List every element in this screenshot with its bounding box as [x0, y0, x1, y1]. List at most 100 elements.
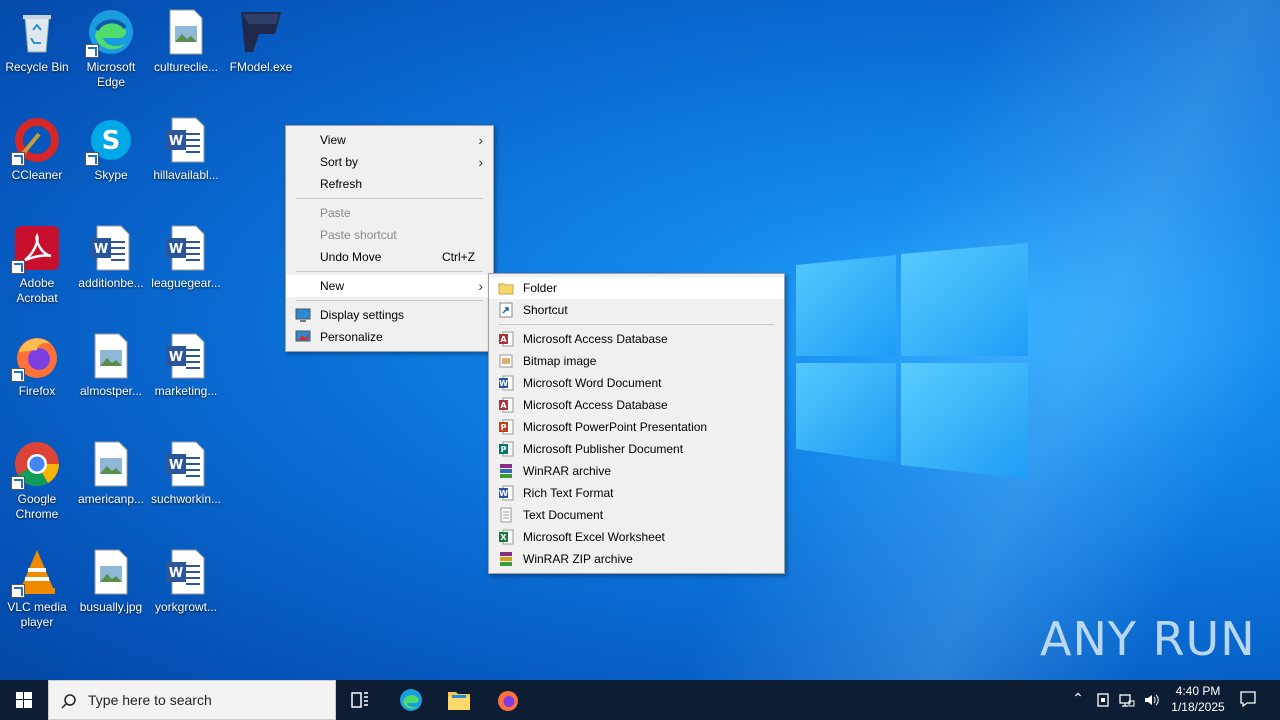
menu-item-view[interactable]: View › [286, 129, 493, 151]
submenu-item-microsoft-excel-worksheet[interactable]: X Microsoft Excel Worksheet [489, 526, 784, 548]
desktop-icon-busually[interactable]: busually.jpg [75, 548, 147, 615]
text-icon [498, 507, 514, 523]
desktop-icon-almostper[interactable]: almostper... [75, 332, 147, 399]
menu-item-label: Sort by [320, 155, 359, 169]
submenu-item-shortcut[interactable]: Shortcut [489, 299, 784, 321]
menu-item-personalize[interactable]: Personalize [286, 326, 493, 348]
network-icon[interactable] [1117, 690, 1137, 710]
taskbar-firefox-button[interactable] [487, 680, 529, 720]
menu-item-refresh[interactable]: Refresh [286, 173, 493, 195]
submenu-item-microsoft-access-database[interactable]: A Microsoft Access Database [489, 328, 784, 350]
show-hidden-icons-button[interactable]: ⌃ [1068, 690, 1088, 710]
menu-item-label: Undo Move [320, 250, 382, 264]
menu-separator [296, 271, 483, 272]
desktop-icon-leaguegear[interactable]: W leaguegear... [150, 224, 222, 291]
svg-text:W: W [169, 458, 183, 473]
taskbar-search-box[interactable]: Type here to search [48, 680, 336, 720]
shortcut-arrow-icon [85, 152, 99, 166]
svg-text:W: W [169, 134, 183, 149]
menu-item-label: Microsoft Excel Worksheet [523, 530, 665, 544]
desktop-context-menu: View › Sort by › Refresh Paste Paste short… [285, 125, 494, 352]
desktop-icon-firefox[interactable]: Firefox [1, 332, 73, 399]
icon-label: cultureclie... [153, 60, 219, 74]
winrar-icon [498, 463, 514, 479]
access-icon: A [498, 331, 514, 347]
volume-icon[interactable] [1141, 690, 1161, 710]
icon-label: yorkgrowt... [154, 600, 217, 614]
desktop-icon-hillavailabl[interactable]: W hillavailabl... [150, 116, 222, 183]
start-button[interactable] [0, 680, 48, 720]
clock[interactable]: 4:40 PM 1/18/2025 [1166, 683, 1230, 719]
ccleaner-icon [11, 116, 61, 166]
menu-item-label: Bitmap image [523, 354, 597, 368]
desktop-icon-vlc[interactable]: VLC media player [1, 548, 73, 630]
submenu-item-microsoft-publisher-document[interactable]: P Microsoft Publisher Document [489, 438, 784, 460]
display-icon [295, 307, 311, 323]
menu-item-label: Folder [523, 281, 558, 295]
desktop-icon-google-chrome[interactable]: Google Chrome [1, 440, 73, 522]
submenu-item-winrar-zip-archive[interactable]: WinRAR ZIP archive [489, 548, 784, 570]
desktop-icon-microsoft-edge[interactable]: Microsoft Edge [75, 8, 147, 90]
word-document-icon: W [162, 548, 210, 596]
menu-item-label: Personalize [320, 330, 383, 344]
submenu-item-bitmap-image[interactable]: Bitmap image [489, 350, 784, 372]
icon-label: Google Chrome [15, 492, 59, 521]
device-icon[interactable] [1093, 690, 1113, 710]
submenu-item-folder[interactable]: Folder [489, 277, 784, 299]
desktop-icon-fmodel[interactable]: FModel.exe [225, 8, 297, 75]
icon-label: suchworkin... [150, 492, 222, 506]
task-view-button[interactable] [340, 680, 380, 720]
desktop-icon-americanp[interactable]: americanp... [75, 440, 147, 507]
menu-separator [296, 300, 483, 301]
word-icon: W [498, 375, 514, 391]
icon-label: almostper... [79, 384, 143, 398]
menu-item-new[interactable]: New › [286, 275, 493, 297]
skype-icon: S [85, 116, 135, 166]
icon-label: americanp... [77, 492, 145, 506]
svg-text:A: A [500, 335, 507, 344]
desktop-icon-recycle-bin[interactable]: Recycle Bin [1, 8, 73, 75]
desktop-icon-yorkgrowt[interactable]: W yorkgrowt... [150, 548, 222, 615]
menu-item-label: Microsoft PowerPoint Presentation [523, 420, 708, 434]
submenu-item-winrar-archive[interactable]: WinRAR archive [489, 460, 784, 482]
shortcut-icon [498, 302, 514, 318]
firefox-icon [11, 332, 61, 382]
menu-item-label: Microsoft Publisher Document [523, 442, 684, 456]
submenu-item-microsoft-powerpoint-presentation[interactable]: P Microsoft PowerPoint Presentation [489, 416, 784, 438]
word-document-icon: W [87, 224, 135, 272]
keyboard-shortcut: Ctrl+Z [442, 250, 475, 264]
windows-start-icon [16, 692, 32, 708]
submenu-item-microsoft-word-document[interactable]: W Microsoft Word Document [489, 372, 784, 394]
edge-icon [85, 8, 135, 58]
icon-label: additionbe... [78, 276, 144, 290]
menu-item-label: Refresh [320, 177, 363, 191]
menu-item-label: New [320, 279, 345, 293]
shortcut-arrow-icon [11, 260, 25, 274]
taskbar-file-explorer-button[interactable] [438, 680, 480, 720]
menu-item-label: Microsoft Access Database [523, 332, 668, 346]
windows-logo [796, 243, 1028, 479]
desktop-icon-skype[interactable]: S Skype [75, 116, 147, 183]
menu-item-label: WinRAR archive [523, 464, 612, 478]
icon-label: Microsoft Edge [86, 60, 136, 89]
submenu-item-text-document[interactable]: Text Document [489, 504, 784, 526]
shortcut-arrow-icon [11, 152, 25, 166]
menu-item-label: Text Document [523, 508, 604, 522]
rtf-icon: W [498, 485, 514, 501]
desktop-icon-suchworkin[interactable]: W suchworkin... [150, 440, 222, 507]
menu-item-sort-by[interactable]: Sort by › [286, 151, 493, 173]
acrobat-icon [11, 224, 61, 274]
taskbar-edge-button[interactable] [390, 680, 432, 720]
desktop-icon-marketing[interactable]: W marketing... [150, 332, 222, 399]
desktop-icon-additionbe[interactable]: W additionbe... [75, 224, 147, 291]
desktop-icon-ccleaner[interactable]: CCleaner [1, 116, 73, 183]
menu-item-display-settings[interactable]: Display settings [286, 304, 493, 326]
desktop-icon-cultureclie[interactable]: cultureclie... [150, 8, 222, 75]
submenu-item-microsoft-access-database[interactable]: A Microsoft Access Database [489, 394, 784, 416]
notifications-button[interactable] [1236, 690, 1260, 710]
submenu-item-rich-text-format[interactable]: W Rich Text Format [489, 482, 784, 504]
task-view-icon [351, 692, 368, 708]
menu-item-label: Display settings [320, 308, 405, 322]
menu-item-undo-move[interactable]: Undo Move Ctrl+Z [286, 246, 493, 268]
desktop-icon-adobe-acrobat[interactable]: Adobe Acrobat [1, 224, 73, 306]
